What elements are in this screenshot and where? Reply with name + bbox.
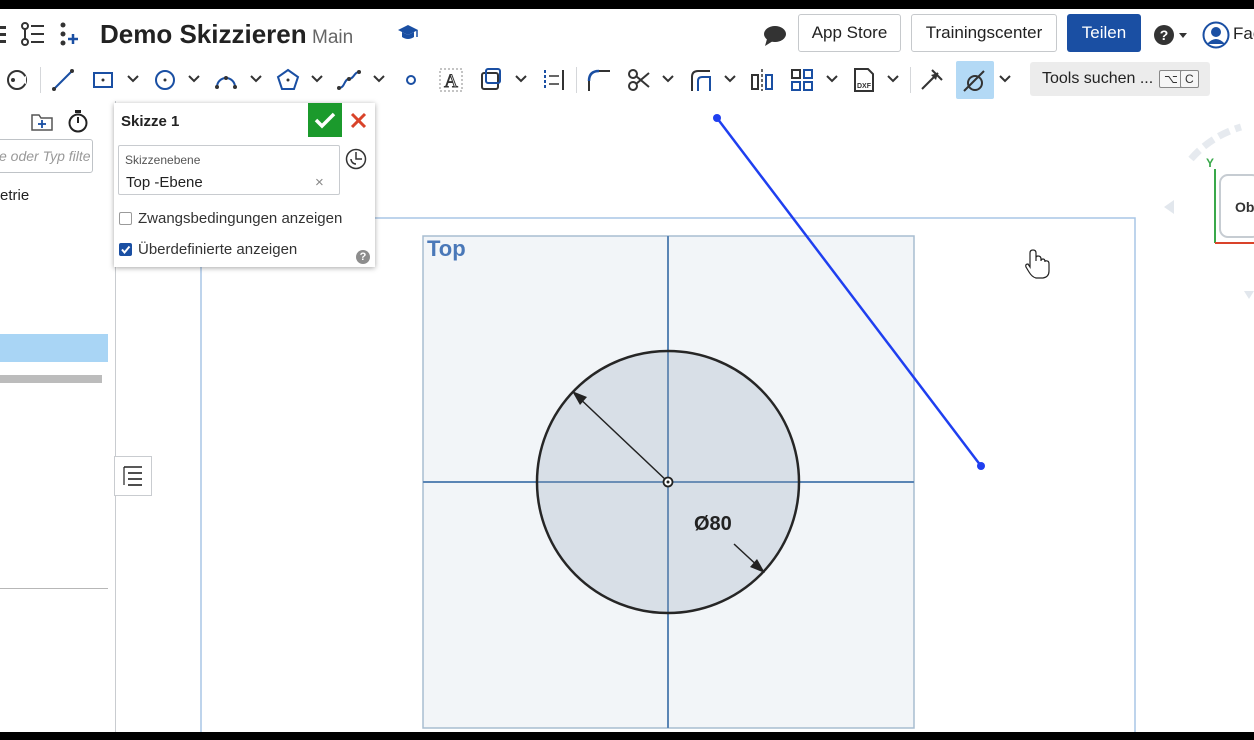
list-icon	[123, 466, 142, 486]
user-avatar-icon[interactable]	[1202, 21, 1230, 49]
user-name[interactable]: Fac	[1233, 24, 1254, 44]
view-cube-label[interactable]: Obe	[1235, 199, 1254, 215]
point-tool-icon[interactable]	[398, 67, 424, 93]
version-graph-icon[interactable]	[20, 22, 46, 46]
chevron-down-icon[interactable]	[188, 73, 200, 85]
rectangle-tool-icon[interactable]	[90, 67, 116, 93]
view-cube-left-arrow	[1164, 200, 1174, 214]
use-project-tool-icon[interactable]	[478, 67, 504, 93]
list-toggle-button[interactable]	[114, 456, 152, 496]
line-endpoint	[713, 114, 721, 122]
clear-selection-icon[interactable]: ×	[315, 174, 324, 191]
show-overdefined-checkbox[interactable]	[119, 243, 132, 256]
svg-text:A: A	[444, 71, 458, 92]
dialog-title: Skizze 1	[121, 113, 180, 130]
sketch-dialog: Skizze 1 Skizzenebene Top -Ebene × Zwang…	[114, 103, 375, 267]
line-tool-icon[interactable]	[50, 67, 76, 93]
branch-name[interactable]: Main	[312, 27, 353, 49]
checkmark-icon	[121, 245, 131, 255]
cancel-button[interactable]	[342, 103, 375, 137]
chevron-down-icon[interactable]	[887, 73, 899, 85]
dxf-import-icon[interactable]: DXF	[851, 67, 877, 93]
mirror-tool-icon[interactable]	[749, 67, 775, 93]
chevron-down-icon[interactable]	[826, 73, 838, 85]
svg-text:?: ?	[1160, 27, 1169, 43]
sketch-mode-icon[interactable]	[4, 67, 30, 93]
confirm-button[interactable]	[308, 103, 342, 137]
add-folder-icon[interactable]	[30, 110, 54, 132]
sketch-toolbar: A DXF Tools suchen ... ⌥ C	[0, 59, 1254, 101]
close-icon	[350, 112, 367, 129]
rollback-timer-icon[interactable]	[67, 109, 89, 133]
tree-item-selected[interactable]	[0, 334, 108, 362]
feature-tree-panel: e oder Typ filte etrie	[0, 101, 116, 732]
chevron-down-icon[interactable]	[662, 73, 674, 85]
chevron-down-icon[interactable]	[373, 73, 385, 85]
chevron-down-icon[interactable]	[311, 73, 323, 85]
construction-tool-icon[interactable]	[541, 67, 567, 93]
text-tool-icon[interactable]: A	[438, 67, 464, 93]
circle-tool-icon[interactable]	[152, 67, 178, 93]
chevron-down-icon[interactable]	[515, 73, 527, 85]
sketch-plane-label: Skizzenebene	[125, 153, 201, 167]
document-title[interactable]: Demo Skizzieren	[100, 19, 307, 50]
panel-divider	[0, 588, 108, 589]
y-axis-label: Y	[1206, 156, 1215, 170]
chevron-down-icon[interactable]	[724, 73, 736, 85]
chevron-down-icon[interactable]	[999, 73, 1011, 85]
spline-tool-icon[interactable]	[336, 67, 362, 93]
learning-center-icon[interactable]	[397, 24, 419, 42]
tree-item-label[interactable]: etrie	[0, 187, 29, 204]
svg-text:DXF: DXF	[857, 83, 872, 90]
trim-tool-icon[interactable]	[626, 67, 652, 93]
toolbar-separator	[576, 67, 577, 93]
view-cube-rotate-arrow	[1188, 123, 1243, 162]
shortcut-key-c: C	[1180, 70, 1199, 88]
dimension-tool-icon[interactable]	[918, 67, 944, 93]
view-normal-icon[interactable]	[345, 148, 367, 170]
toolbar-separator	[910, 67, 911, 93]
share-button[interactable]: Teilen	[1067, 14, 1141, 52]
show-constraints-label[interactable]: Zwangsbedingungen anzeigen	[138, 210, 342, 227]
tools-search-button[interactable]: Tools suchen ... ⌥ C	[1030, 62, 1210, 96]
tangent-constraint-icon[interactable]	[962, 67, 988, 93]
sketch-plane-value: Top -Ebene	[126, 174, 203, 191]
toolbar-separator	[40, 67, 41, 93]
view-cube-down-arrow	[1244, 291, 1254, 299]
training-center-button[interactable]: Trainingscenter	[911, 14, 1057, 52]
arc-tool-icon[interactable]	[213, 67, 239, 93]
fillet-tool-icon[interactable]	[586, 67, 612, 93]
help-icon[interactable]: ?	[1153, 24, 1191, 48]
plane-name-label: Top	[427, 236, 466, 261]
show-constraints-checkbox[interactable]	[119, 212, 132, 225]
insert-parts-icon[interactable]	[57, 22, 81, 46]
checkmark-icon	[314, 112, 336, 129]
diameter-dimension-label[interactable]: Ø80	[694, 513, 732, 536]
top-black-border	[0, 0, 1254, 9]
sketch-plane-field[interactable]: Skizzenebene Top -Ebene ×	[118, 145, 340, 195]
line-endpoint	[977, 462, 985, 470]
bottom-black-border	[0, 732, 1254, 740]
hand-cursor-icon	[1025, 249, 1050, 279]
chevron-down-icon[interactable]	[250, 73, 262, 85]
horizontal-scrollbar[interactable]	[0, 375, 102, 383]
feature-filter-input[interactable]: e oder Typ filte	[0, 139, 93, 173]
document-header: Demo Skizzieren Main App Store Trainings…	[0, 9, 1254, 59]
tools-search-label: Tools suchen ...	[1042, 70, 1154, 87]
comments-icon[interactable]	[762, 25, 788, 47]
app-store-button[interactable]: App Store	[798, 14, 901, 52]
menu-icon[interactable]	[0, 25, 8, 45]
pattern-tool-icon[interactable]	[789, 67, 815, 93]
show-overdefined-label[interactable]: Überdefinierte anzeigen	[138, 241, 297, 258]
help-icon[interactable]: ?	[356, 250, 370, 264]
polygon-tool-icon[interactable]	[275, 67, 301, 93]
offset-tool-icon[interactable]	[688, 67, 714, 93]
chevron-down-icon[interactable]	[127, 73, 139, 85]
